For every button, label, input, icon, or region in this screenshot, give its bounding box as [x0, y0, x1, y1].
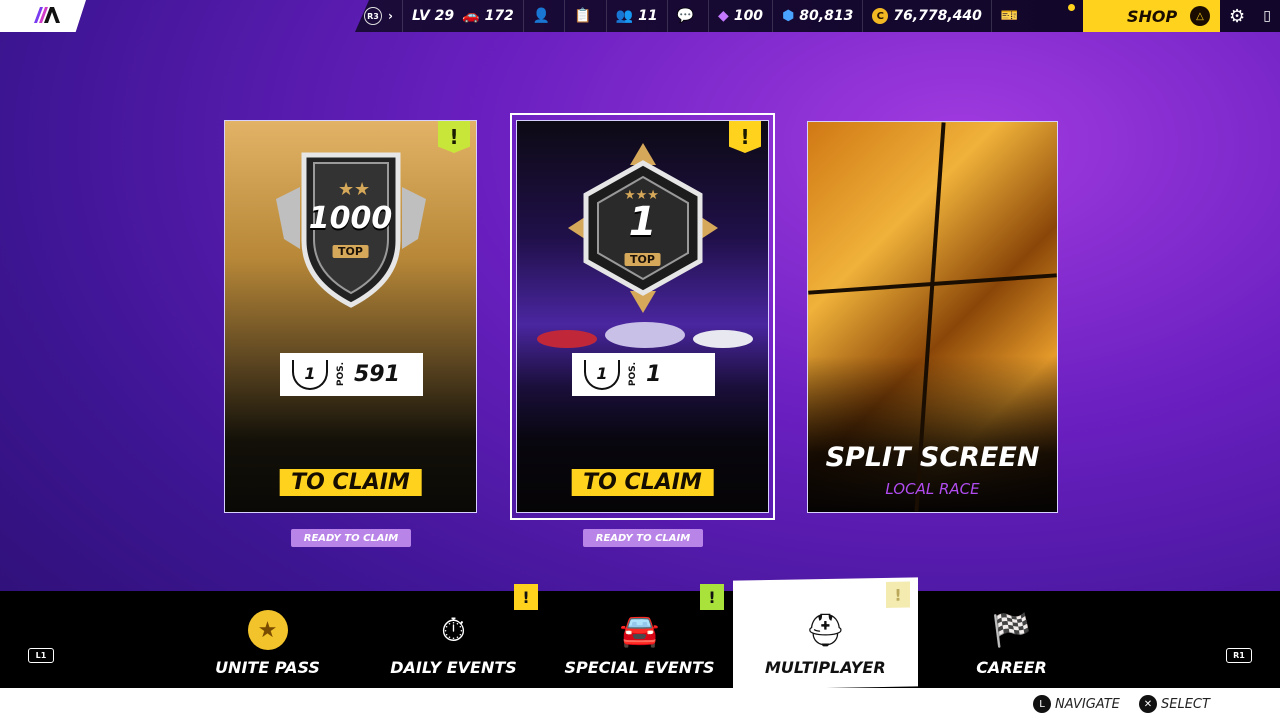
credits-icon: C — [872, 8, 889, 24]
nav-unite-pass[interactable]: ★ UNITE PASS — [175, 591, 360, 688]
svg-text:★: ★ — [354, 179, 370, 200]
nav-label: DAILY EVENTS — [390, 658, 517, 677]
event-card-top-1[interactable]: ! ★★★ 1 TOP 1 POS. 1 TO CLAIM — [516, 120, 769, 513]
car-count-icon: 🚗 — [462, 8, 480, 24]
ready-to-claim-tag: READY TO CLAIM — [291, 529, 411, 547]
select-label: SELECT — [1161, 696, 1210, 712]
split-screen-title: SPLIT SCREEN — [825, 442, 1040, 473]
top-utility-icons: ⚙ ▯ — [1220, 0, 1280, 32]
navigate-label: NAVIGATE — [1055, 696, 1120, 712]
badge-top-label: TOP — [332, 245, 369, 258]
nav-special-events[interactable]: ! 🚘 SPECIAL EVENTS — [547, 584, 732, 688]
bottom-nav: ★ UNITE PASS ! ⏱ DAILY EVENTS ! 🚘 SPECIA… — [0, 577, 1280, 690]
game-logo[interactable] — [0, 0, 86, 32]
nav-career[interactable]: 🏁 CAREER — [919, 591, 1104, 688]
chevron-right-icon: › — [388, 9, 393, 23]
hexagon-badge-icon: ★★★ 1 TOP — [567, 143, 718, 313]
token-amount: 80,813 — [799, 8, 854, 24]
laurel-rank-icon: 1 — [292, 359, 328, 390]
clipboard-check-icon: 📋 — [574, 8, 592, 24]
cross-button-icon: ✕ — [1139, 695, 1157, 713]
l1-shoulder-button[interactable]: L1 — [28, 648, 54, 663]
controller-icon[interactable]: ▯ — [1263, 8, 1271, 24]
notification-dot — [1068, 4, 1075, 11]
car-icon: 🚘 — [619, 611, 660, 649]
r1-shoulder-button[interactable]: R1 — [1226, 648, 1252, 663]
token-icon: ⬢ — [782, 8, 795, 24]
token-currency[interactable]: ⬢ 80,813 — [773, 0, 864, 32]
control-hints-footer: L NAVIGATE ✕ SELECT — [0, 688, 1280, 720]
chat-icon: 💬 — [676, 8, 695, 24]
laurel-rank-icon: 1 — [584, 359, 620, 390]
position-label: POS. — [628, 362, 638, 387]
friends-button[interactable]: 👥 11 — [607, 0, 668, 32]
friends-count: 11 — [638, 8, 658, 24]
local-race-subtitle: LOCAL RACE — [885, 480, 980, 498]
stopwatch-icon: ⏱ — [441, 610, 466, 649]
car-count: 172 — [484, 8, 514, 24]
settings-gear-icon[interactable]: ⚙ — [1229, 6, 1245, 27]
gem-amount: 100 — [733, 8, 764, 24]
position-box: 1 POS. 591 — [280, 353, 423, 396]
badge-number: 1000 — [308, 201, 393, 236]
helmets-icon: ⛑ — [805, 611, 846, 649]
nav-label: UNITE PASS — [215, 658, 320, 677]
checkered-flag-icon: 🏁 — [991, 611, 1032, 649]
to-claim-label: TO CLAIM — [279, 469, 422, 496]
chat-button[interactable]: 💬 — [668, 0, 710, 32]
shield-badge-icon: ★ ★ 1000 TOP — [275, 149, 426, 309]
r3-button-icon: R3 — [364, 7, 382, 25]
navigate-hint: L NAVIGATE — [1033, 695, 1120, 713]
profile-mail-icon: 👤 — [532, 8, 551, 24]
credit-amount: 76,778,440 — [893, 8, 982, 24]
badge-number: 1 — [628, 199, 657, 245]
level-text: LV 29 — [411, 8, 455, 24]
svg-text:★: ★ — [338, 179, 354, 200]
mail-button[interactable]: 👤 — [524, 0, 566, 32]
event-card-top-1000[interactable]: ! ★ ★ 1000 TOP 1 POS. 591 TO CLAIM — [224, 120, 477, 513]
position-box: 1 POS. 1 — [572, 353, 715, 396]
alert-badge: ! — [438, 121, 470, 153]
left-stick-icon: L — [1033, 695, 1051, 713]
nav-daily-events[interactable]: ! ⏱ DAILY EVENTS — [361, 584, 546, 688]
shop-button[interactable]: SHOP △ — [1083, 0, 1220, 32]
to-claim-label: TO CLAIM — [571, 469, 714, 496]
level-indicator: LV 29 🚗 172 — [403, 0, 524, 32]
nav-multiplayer[interactable]: ! ⛑ MULTIPLAYER — [733, 577, 918, 690]
position-value: 591 — [354, 362, 400, 387]
inventory-button[interactable]: 🎫 — [992, 0, 1032, 32]
race-cars-image — [537, 322, 753, 348]
nav-label: CAREER — [976, 658, 1047, 677]
credit-currency[interactable]: C 76,778,440 — [863, 0, 992, 32]
gem-icon: ◆ — [718, 8, 729, 24]
alert-badge: ! — [514, 584, 538, 610]
alert-badge: ! — [729, 121, 761, 153]
triangle-button-icon: △ — [1190, 6, 1210, 26]
position-label: POS. — [336, 362, 346, 387]
select-hint: ✕ SELECT — [1139, 695, 1210, 713]
gem-currency[interactable]: ◆ 100 — [709, 0, 774, 32]
nav-label: MULTIPLAYER — [765, 658, 886, 678]
tasks-button[interactable]: 📋 — [565, 0, 607, 32]
ticket-icon: 🎫 — [1000, 8, 1019, 24]
alert-badge: ! — [886, 581, 910, 608]
status-bar: R3 › LV 29 🚗 172 👤 📋 👥 11 💬 ◆ 100 ⬢ 80,8… — [355, 0, 1083, 32]
ready-to-claim-tag: READY TO CLAIM — [583, 529, 703, 547]
shop-label: SHOP — [1127, 6, 1178, 26]
nav-label: SPECIAL EVENTS — [564, 658, 715, 677]
split-screen-card[interactable]: SPLIT SCREEN LOCAL RACE — [807, 121, 1058, 513]
badge-top-label: TOP — [624, 253, 661, 266]
r3-profile-button[interactable]: R3 › — [355, 0, 403, 32]
star-laurel-icon: ★ — [247, 608, 288, 652]
position-value: 1 — [646, 362, 662, 387]
asphalt-logo-icon — [34, 7, 60, 23]
top-bar: R3 › LV 29 🚗 172 👤 📋 👥 11 💬 ◆ 100 ⬢ 80,8… — [0, 0, 1280, 32]
alert-badge: ! — [700, 584, 724, 610]
friends-icon: 👥 — [615, 8, 634, 24]
